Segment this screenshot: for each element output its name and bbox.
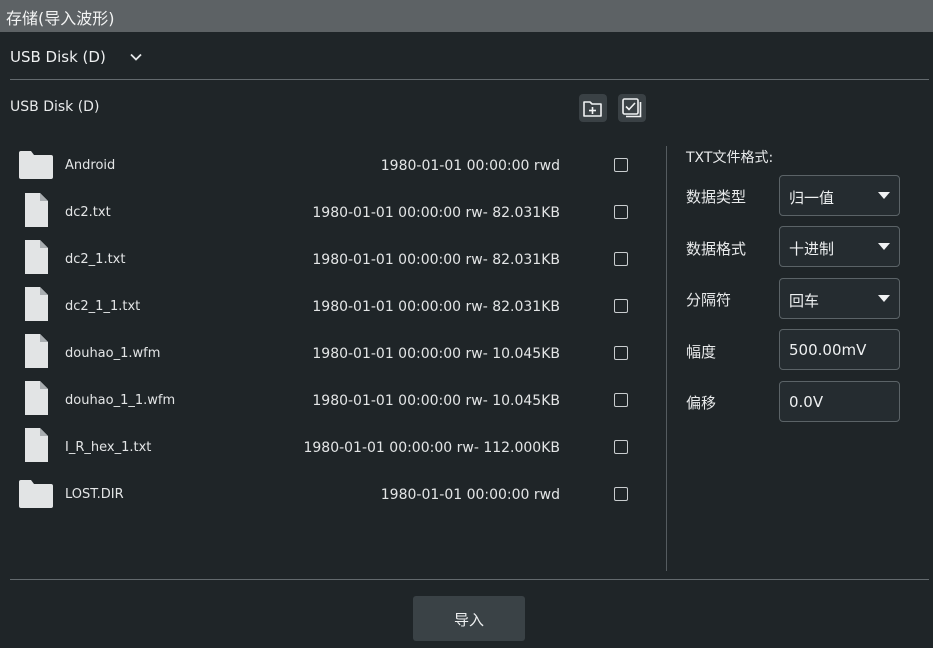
file-icon: [18, 286, 54, 326]
file-name: dc2_1.txt: [65, 252, 126, 267]
data-format-select[interactable]: 十进制: [779, 226, 900, 267]
file-name: douhao_1_1.wfm: [65, 393, 176, 408]
file-meta: 1980-01-01 00:00:00 rw- 10.045KB: [312, 346, 560, 362]
file-row[interactable]: I_R_hex_1.txt 1980-01-01 00:00:00 rw- 112…: [14, 424, 654, 471]
file-row[interactable]: douhao_1.wfm 1980-01-01 00:00:00 rw- 10.0…: [14, 330, 654, 377]
txt-format-heading: TXT文件格式:: [686, 150, 774, 166]
current-path: USB Disk (D): [10, 99, 100, 115]
offset-input[interactable]: 0.0V: [779, 381, 900, 422]
caret-down-icon: [878, 192, 890, 199]
file-name: douhao_1.wfm: [65, 346, 161, 361]
file-meta: 1980-01-01 00:00:00 rwd: [380, 158, 560, 174]
file-checkbox[interactable]: [614, 440, 628, 454]
file-name: Android: [65, 158, 116, 173]
file-name: dc2.txt: [65, 205, 111, 220]
file-checkbox[interactable]: [614, 487, 628, 501]
file-row[interactable]: dc2_1_1.txt 1980-01-01 00:00:00 rw- 82.03…: [14, 283, 654, 330]
file-meta: 1980-01-01 00:00:00 rw- 82.031KB: [312, 252, 560, 268]
file-meta: 1980-01-01 00:00:00 rw- 82.031KB: [312, 299, 560, 315]
caret-down-icon: [878, 295, 890, 302]
data-type-select[interactable]: 归一值: [779, 175, 900, 216]
new-folder-button[interactable]: [579, 94, 607, 122]
file-icon: [18, 239, 54, 279]
drive-selector[interactable]: USB Disk (D): [10, 46, 144, 68]
select-all-button[interactable]: [618, 94, 646, 122]
file-name: LOST.DIR: [65, 487, 124, 502]
file-icon: [18, 333, 54, 373]
separator-value: 回车: [789, 292, 820, 310]
file-row[interactable]: LOST.DIR 1980-01-01 00:00:00 rwd: [14, 471, 654, 518]
file-row[interactable]: douhao_1_1.wfm 1980-01-01 00:00:00 rw- 10…: [14, 377, 654, 424]
data-type-label: 数据类型: [686, 188, 747, 206]
file-list: Android 1980-01-01 00:00:00 rwd dc2.txt 198…: [14, 142, 654, 518]
file-icon: [18, 380, 54, 420]
file-row[interactable]: dc2_1.txt 1980-01-01 00:00:00 rw- 82.031K…: [14, 236, 654, 283]
amplitude-input[interactable]: 500.00mV: [779, 329, 900, 370]
file-meta: 1980-01-01 00:00:00 rwd: [380, 487, 560, 503]
amplitude-value: 500.00mV: [789, 341, 867, 359]
file-checkbox[interactable]: [614, 393, 628, 407]
data-type-value: 归一值: [789, 189, 835, 207]
divider: [666, 146, 667, 571]
file-meta: 1980-01-01 00:00:00 rw- 82.031KB: [312, 205, 560, 221]
file-meta: 1980-01-01 00:00:00 rw- 10.045KB: [312, 393, 560, 409]
dialog-title: 存储(导入波形): [6, 9, 115, 28]
drive-selector-value: USB Disk (D): [10, 48, 106, 66]
folder-icon: [18, 149, 54, 185]
data-format-label: 数据格式: [686, 240, 747, 258]
amplitude-label: 幅度: [686, 343, 717, 361]
file-checkbox[interactable]: [614, 299, 628, 313]
divider: [10, 579, 929, 580]
separator-select[interactable]: 回车: [779, 278, 900, 319]
import-button-label: 导入: [453, 611, 484, 629]
file-row[interactable]: dc2.txt 1980-01-01 00:00:00 rw- 82.031KB: [14, 189, 654, 236]
file-name: I_R_hex_1.txt: [65, 440, 152, 455]
folder-icon: [18, 478, 54, 514]
select-all-icon: [622, 98, 642, 118]
caret-down-icon: [878, 243, 890, 250]
file-checkbox[interactable]: [614, 205, 628, 219]
offset-label: 偏移: [686, 394, 717, 412]
offset-value: 0.0V: [789, 393, 824, 411]
file-checkbox[interactable]: [614, 346, 628, 360]
file-icon: [18, 192, 54, 232]
file-row[interactable]: Android 1980-01-01 00:00:00 rwd: [14, 142, 654, 189]
chevron-down-icon: [130, 53, 142, 61]
file-checkbox[interactable]: [614, 158, 628, 172]
data-format-value: 十进制: [789, 240, 835, 258]
file-icon: [18, 427, 54, 467]
divider: [10, 79, 929, 80]
file-meta: 1980-01-01 00:00:00 rw- 112.000KB: [303, 440, 560, 456]
separator-label: 分隔符: [686, 291, 732, 309]
new-folder-icon: [583, 101, 602, 117]
file-name: dc2_1_1.txt: [65, 299, 141, 314]
dialog-titlebar: 存储(导入波形): [0, 0, 933, 32]
import-button[interactable]: 导入: [413, 596, 525, 641]
file-checkbox[interactable]: [614, 252, 628, 266]
